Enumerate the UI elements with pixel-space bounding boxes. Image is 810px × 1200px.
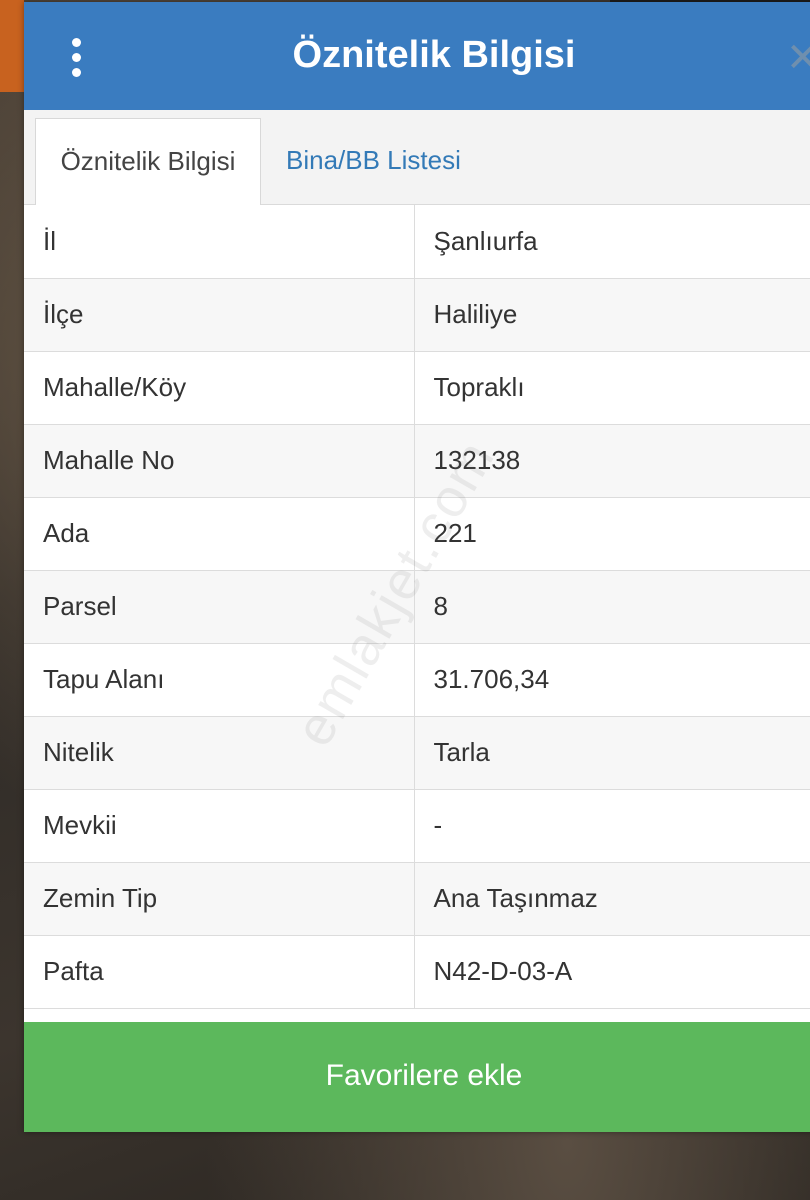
attribute-key: Nitelik bbox=[24, 716, 415, 790]
attribute-key: Mevkii bbox=[24, 789, 415, 863]
tab-building-list[interactable]: Bina/BB Listesi bbox=[286, 118, 461, 204]
attribute-value: 132138 bbox=[414, 424, 810, 498]
attribute-key: Ada bbox=[24, 497, 415, 571]
table-row: İl Şanlıurfa bbox=[24, 205, 810, 279]
attribute-value: 221 bbox=[414, 497, 810, 571]
attribute-value: Topraklı bbox=[414, 351, 810, 425]
table-row: Mevkii - bbox=[24, 789, 810, 863]
attribute-value: N42-D-03-A bbox=[414, 935, 810, 1009]
attribute-value: Tarla bbox=[414, 716, 810, 790]
attribute-value: 31.706,34 bbox=[414, 643, 810, 717]
table-row: Mahalle No 132138 bbox=[24, 424, 810, 498]
attribute-value: - bbox=[414, 789, 810, 863]
table-row: Zemin Tip Ana Taşınmaz bbox=[24, 862, 810, 936]
attribute-value: Ana Taşınmaz bbox=[414, 862, 810, 936]
map-background-edge bbox=[0, 0, 24, 92]
attribute-table: İl Şanlıurfa İlçe Haliliye Mahalle/Köy T… bbox=[24, 205, 810, 1009]
attribute-key: Parsel bbox=[24, 570, 415, 644]
attribute-key: İlçe bbox=[24, 278, 415, 352]
attribute-value: Şanlıurfa bbox=[414, 205, 810, 279]
attribute-key: Tapu Alanı bbox=[24, 643, 415, 717]
attribute-key: Zemin Tip bbox=[24, 862, 415, 936]
tab-bar: Öznitelik Bilgisi Bina/BB Listesi bbox=[24, 110, 810, 205]
table-row: Mahalle/Köy Topraklı bbox=[24, 351, 810, 425]
table-row: Ada 221 bbox=[24, 497, 810, 571]
add-to-favorites-button[interactable]: Favorilere ekle bbox=[24, 1022, 810, 1132]
attribute-key: Mahalle/Köy bbox=[24, 351, 415, 425]
table-row: Parsel 8 bbox=[24, 570, 810, 644]
dialog-header: Öznitelik Bilgisi ✕ bbox=[24, 2, 810, 110]
table-row: Nitelik Tarla bbox=[24, 716, 810, 790]
tab-attribute-info[interactable]: Öznitelik Bilgisi bbox=[35, 118, 261, 205]
attribute-key: İl bbox=[24, 205, 415, 279]
close-icon[interactable]: ✕ bbox=[786, 36, 810, 80]
attribute-dialog: Öznitelik Bilgisi ✕ Öznitelik Bilgisi Bi… bbox=[24, 2, 810, 1132]
table-row: Tapu Alanı 31.706,34 bbox=[24, 643, 810, 717]
attribute-key: Pafta bbox=[24, 935, 415, 1009]
attribute-value: 8 bbox=[414, 570, 810, 644]
attribute-key: Mahalle No bbox=[24, 424, 415, 498]
dialog-title: Öznitelik Bilgisi bbox=[292, 34, 576, 76]
attribute-value: Haliliye bbox=[414, 278, 810, 352]
table-row: İlçe Haliliye bbox=[24, 278, 810, 352]
table-row: Pafta N42-D-03-A bbox=[24, 935, 810, 1009]
